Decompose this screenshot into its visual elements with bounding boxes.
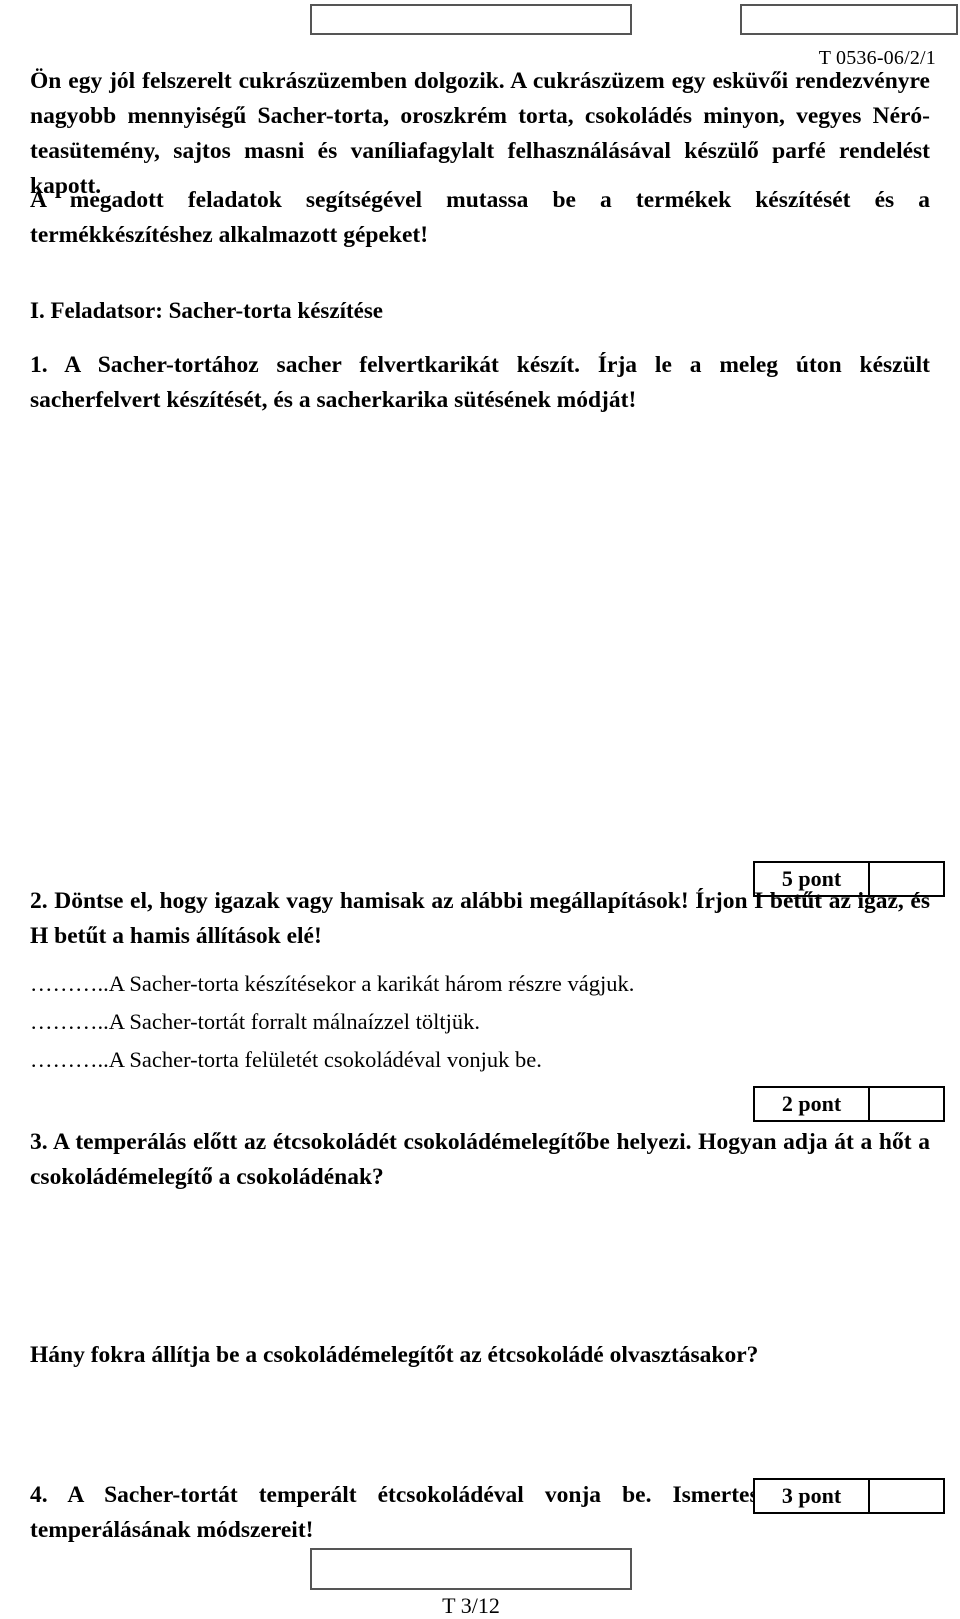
question-1-text: 1. A Sacher-tortához sacher felvertkarik… [30, 352, 930, 413]
question-2-text: 2. Döntse el, hogy igazak vagy hamisak a… [30, 888, 930, 949]
header-box-right [740, 4, 958, 35]
question-2-statement-1: ………..A Sacher-torta készítésekor a karik… [30, 971, 635, 996]
question-3-followup-text: Hány fokra állítja be a csokoládémelegít… [30, 1342, 759, 1368]
exam-page: T 0536-06/2/1 Ön egy jól felszerelt cukr… [0, 0, 960, 1619]
score-box-question-4: 3 pont [753, 1478, 945, 1514]
question-2-statement-2: ………..A Sacher-tortát forralt málnaízzel … [30, 1009, 481, 1034]
score-entry-question-2[interactable] [870, 1088, 943, 1120]
score-box-question-2: 2 pont [753, 1086, 945, 1122]
section-heading: I. Feladatsor: Sacher-torta készítése [30, 298, 383, 323]
score-label-question-4: 3 pont [755, 1480, 870, 1512]
header-box-left [310, 4, 632, 35]
question-3-text: 3. A temperálás előtt az étcsokoládét cs… [30, 1129, 930, 1190]
score-entry-question-4[interactable] [870, 1480, 943, 1512]
score-label-question-2: 2 pont [755, 1088, 870, 1120]
instruction-paragraph: A megadott feladatok segítségével mutass… [30, 187, 930, 248]
question-2-statement-3: ………..A Sacher-torta felületét csokoládév… [30, 1047, 542, 1072]
footer-page-code: T 3/12 [442, 1593, 500, 1618]
footer-box [310, 1548, 632, 1590]
